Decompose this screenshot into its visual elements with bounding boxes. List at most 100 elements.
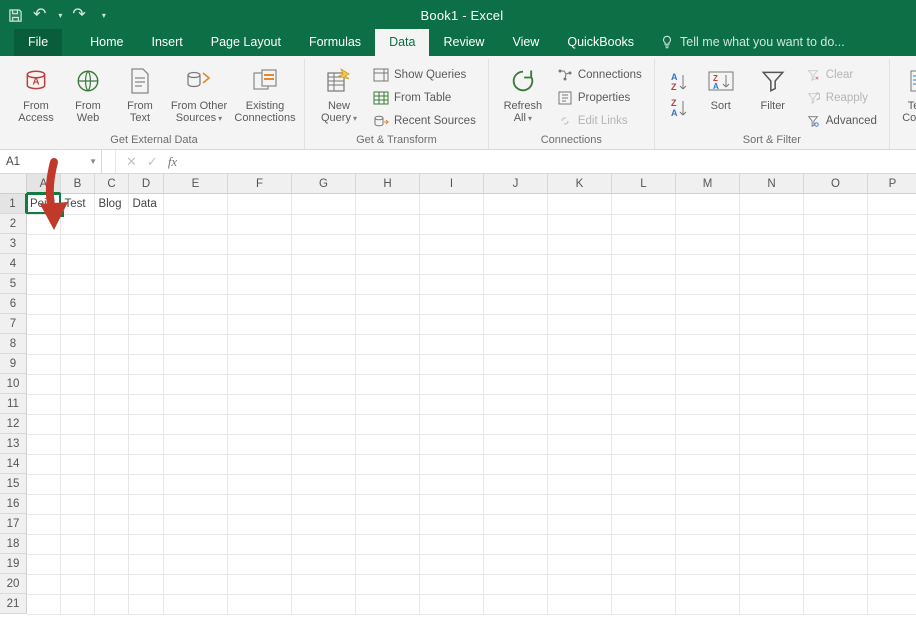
cell-M10[interactable] — [676, 374, 740, 394]
cell-J19[interactable] — [484, 554, 548, 574]
cell-I10[interactable] — [420, 374, 484, 394]
cell-A8[interactable] — [27, 334, 61, 354]
cell-B1[interactable]: Test — [61, 194, 95, 214]
row-header-18[interactable]: 18 — [0, 534, 27, 554]
cell-L5[interactable] — [612, 274, 676, 294]
cell-K7[interactable] — [548, 314, 612, 334]
cell-J6[interactable] — [484, 294, 548, 314]
cell-A3[interactable] — [27, 234, 61, 254]
cell-I21[interactable] — [420, 594, 484, 614]
cell-I3[interactable] — [420, 234, 484, 254]
cell-L6[interactable] — [612, 294, 676, 314]
cell-F20[interactable] — [228, 574, 292, 594]
undo-dropdown-icon[interactable]: ▾ — [58, 11, 62, 20]
cell-G5[interactable] — [292, 274, 356, 294]
cell-C13[interactable] — [95, 434, 129, 454]
row-header-16[interactable]: 16 — [0, 494, 27, 514]
cell-B5[interactable] — [61, 274, 95, 294]
cell-I19[interactable] — [420, 554, 484, 574]
cell-P2[interactable] — [867, 214, 916, 234]
cell-L11[interactable] — [612, 394, 676, 414]
cell-C11[interactable] — [95, 394, 129, 414]
col-header-L[interactable]: L — [612, 174, 676, 194]
cell-O5[interactable] — [803, 274, 867, 294]
cell-J17[interactable] — [484, 514, 548, 534]
cell-N15[interactable] — [740, 474, 804, 494]
cell-B7[interactable] — [61, 314, 95, 334]
cell-P12[interactable] — [867, 414, 916, 434]
cell-H15[interactable] — [356, 474, 420, 494]
cell-L1[interactable] — [612, 194, 676, 214]
cell-O15[interactable] — [803, 474, 867, 494]
cell-D21[interactable] — [129, 594, 164, 614]
cell-M2[interactable] — [676, 214, 740, 234]
cell-I6[interactable] — [420, 294, 484, 314]
cell-C14[interactable] — [95, 454, 129, 474]
cell-K19[interactable] — [548, 554, 612, 574]
cell-J20[interactable] — [484, 574, 548, 594]
sort-button[interactable]: ZA Sort — [697, 61, 745, 112]
cell-K1[interactable] — [548, 194, 612, 214]
cell-E2[interactable] — [164, 214, 228, 234]
cell-E7[interactable] — [164, 314, 228, 334]
cell-J15[interactable] — [484, 474, 548, 494]
cell-P4[interactable] — [867, 254, 916, 274]
cell-M12[interactable] — [676, 414, 740, 434]
cell-O6[interactable] — [803, 294, 867, 314]
cell-H20[interactable] — [356, 574, 420, 594]
cell-L18[interactable] — [612, 534, 676, 554]
cell-G9[interactable] — [292, 354, 356, 374]
cell-C10[interactable] — [95, 374, 129, 394]
cell-A11[interactable] — [27, 394, 61, 414]
cell-K13[interactable] — [548, 434, 612, 454]
cell-M13[interactable] — [676, 434, 740, 454]
tab-review[interactable]: Review — [429, 29, 498, 56]
cell-E12[interactable] — [164, 414, 228, 434]
col-header-K[interactable]: K — [548, 174, 612, 194]
cell-B9[interactable] — [61, 354, 95, 374]
cell-L13[interactable] — [612, 434, 676, 454]
from-web-button[interactable]: From Web — [64, 61, 112, 124]
cell-O2[interactable] — [803, 214, 867, 234]
col-header-A[interactable]: A — [27, 174, 61, 194]
cell-G15[interactable] — [292, 474, 356, 494]
cell-M4[interactable] — [676, 254, 740, 274]
cell-N10[interactable] — [740, 374, 804, 394]
filter-button[interactable]: Filter — [749, 61, 797, 112]
cell-H1[interactable] — [356, 194, 420, 214]
cancel-formula-icon[interactable]: ✕ — [126, 154, 137, 170]
cell-A21[interactable] — [27, 594, 61, 614]
recent-sources-button[interactable]: Recent Sources — [369, 110, 480, 131]
tab-file[interactable]: File — [14, 29, 62, 56]
cell-H2[interactable] — [356, 214, 420, 234]
cell-K11[interactable] — [548, 394, 612, 414]
cell-L8[interactable] — [612, 334, 676, 354]
cell-L10[interactable] — [612, 374, 676, 394]
enter-formula-icon[interactable]: ✓ — [147, 154, 158, 170]
cell-E10[interactable] — [164, 374, 228, 394]
cell-M5[interactable] — [676, 274, 740, 294]
cell-D4[interactable] — [129, 254, 164, 274]
cell-I15[interactable] — [420, 474, 484, 494]
cell-C9[interactable] — [95, 354, 129, 374]
cell-J16[interactable] — [484, 494, 548, 514]
cell-N3[interactable] — [740, 234, 804, 254]
cell-N16[interactable] — [740, 494, 804, 514]
cell-G11[interactable] — [292, 394, 356, 414]
cell-K12[interactable] — [548, 414, 612, 434]
cell-L20[interactable] — [612, 574, 676, 594]
from-access-button[interactable]: A From Access — [12, 61, 60, 124]
cell-A1[interactable]: Pei — [27, 194, 61, 214]
cell-C4[interactable] — [95, 254, 129, 274]
cell-H8[interactable] — [356, 334, 420, 354]
cell-D13[interactable] — [129, 434, 164, 454]
cell-H10[interactable] — [356, 374, 420, 394]
cell-F19[interactable] — [228, 554, 292, 574]
cell-I9[interactable] — [420, 354, 484, 374]
cell-E9[interactable] — [164, 354, 228, 374]
cell-J4[interactable] — [484, 254, 548, 274]
name-box[interactable]: A1 ▼ — [0, 150, 102, 173]
cell-G20[interactable] — [292, 574, 356, 594]
row-header-20[interactable]: 20 — [0, 574, 27, 594]
col-header-G[interactable]: G — [292, 174, 356, 194]
